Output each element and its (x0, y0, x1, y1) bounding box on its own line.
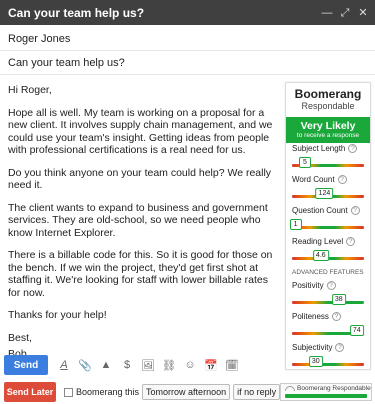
help-icon[interactable]: ? (337, 175, 347, 184)
help-icon[interactable]: ? (348, 144, 358, 153)
respondable-panel: Boomerang Respondable Very Likely to rec… (285, 82, 371, 370)
body-paragraph: Hi Roger, (8, 84, 52, 96)
metric-bar (292, 301, 364, 304)
condition-select[interactable]: if no reply (233, 384, 281, 400)
close-icon[interactable]: ✕ (357, 7, 369, 19)
send-later-button[interactable]: Send Later (4, 382, 56, 402)
help-icon[interactable]: ? (331, 312, 341, 321)
metric-label: Word Count (292, 175, 335, 184)
calendar-icon[interactable]: 📅 (201, 356, 221, 374)
metric-label: Subject Length (292, 144, 346, 153)
send-button[interactable]: Send (4, 355, 48, 375)
when-select[interactable]: Tomorrow afternoon (142, 384, 231, 400)
boomerang-label: Boomerang this (76, 387, 140, 397)
metric-positivity: Positivity? 38 (286, 280, 370, 311)
metric-word-count: Word Count? 124 (286, 174, 370, 205)
metric-label: Reading Level (292, 237, 344, 246)
metric-politeness: Politeness? 74 (286, 311, 370, 342)
window-title: Can your team help us? (8, 5, 145, 20)
boomerang-checkbox[interactable] (64, 387, 73, 397)
body-paragraph: Hope all is well. My team is working on … (8, 106, 273, 157)
body-paragraph: Best, (8, 331, 32, 344)
minimize-icon[interactable]: — (321, 7, 333, 19)
prediction-sublabel: to receive a response (296, 132, 360, 139)
message-body[interactable]: Hi Roger, Hope all is well. My team is w… (8, 84, 278, 371)
link-icon[interactable]: ⛓ (159, 356, 179, 374)
popout-icon[interactable]: ⤢ (339, 7, 351, 19)
to-field[interactable]: Roger Jones (0, 27, 375, 51)
metric-value: 4.6 (312, 250, 329, 261)
help-icon[interactable]: ? (346, 237, 356, 246)
help-icon[interactable]: ? (350, 206, 360, 215)
emoji-icon[interactable]: ☺ (180, 356, 200, 374)
metric-reading-level: Reading Level? 4.6 (286, 236, 370, 267)
subject-field[interactable]: Can your team help us? (0, 51, 375, 75)
metric-label: Politeness (292, 312, 329, 321)
drive-icon[interactable]: ▲ (96, 356, 116, 374)
respondable-toggle[interactable]: Boomerang Respondable (280, 383, 372, 401)
window-titlebar: Can your team help us? — ⤢ ✕ (0, 0, 375, 25)
gauge-icon (285, 386, 295, 391)
body-paragraph: There is a billable code for this. So it… (8, 249, 273, 299)
compose-toolbar: Send A 📎 ▲ $ 🖼 ⛓ ☺ 📅 🗓 (0, 352, 375, 378)
metric-question-count: Question Count? 1 (286, 205, 370, 236)
help-icon[interactable]: ? (335, 343, 345, 352)
panel-subtitle: Respondable (301, 101, 355, 111)
photo-icon[interactable]: 🖼 (138, 356, 158, 374)
attach-icon[interactable]: 📎 (75, 356, 95, 374)
money-icon[interactable]: $ (117, 356, 137, 374)
schedule-icon[interactable]: 🗓 (222, 356, 242, 374)
metric-value: 5 (298, 157, 311, 168)
metric-label: Positivity (292, 281, 324, 290)
prediction-label: Very Likely (300, 120, 356, 132)
body-paragraph: Thanks for your help! (8, 309, 107, 321)
respondable-meter (285, 394, 367, 398)
advanced-features-heading: ADVANCED FEATURES (292, 269, 364, 276)
body-paragraph: Do you think anyone on your team could h… (8, 166, 272, 192)
formatting-icon[interactable]: A (54, 356, 74, 374)
metric-subject-length: Subject Length? 5 (286, 143, 370, 174)
metric-value: 74 (349, 325, 364, 336)
metric-bar (292, 226, 364, 229)
metric-label: Question Count (292, 206, 348, 215)
metric-value: 124 (315, 188, 334, 199)
metric-value: 1 (289, 219, 302, 230)
metric-label: Subjectivity (292, 343, 333, 352)
body-paragraph: The client wants to expand to business a… (8, 201, 268, 239)
metric-value: 38 (331, 294, 346, 305)
help-icon[interactable]: ? (326, 281, 336, 290)
prediction-badge: Very Likely to receive a response (286, 117, 370, 143)
panel-brand: Boomerang (294, 87, 362, 101)
